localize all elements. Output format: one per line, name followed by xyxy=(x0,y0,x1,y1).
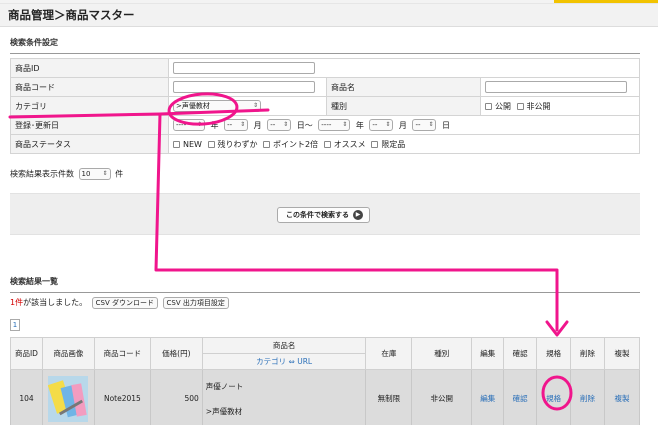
row-edit-link[interactable]: 編集 xyxy=(471,369,505,425)
category-select[interactable]: >声優教材 ⇕ xyxy=(173,100,261,112)
col-edit: 編集 xyxy=(471,337,505,370)
col-confirm: 確認 xyxy=(503,337,538,370)
updown-icon: ⇕ xyxy=(385,121,391,128)
date-year-unit: 年 xyxy=(355,120,364,130)
top-accent xyxy=(554,0,658,3)
hit-summary: 1件が該当しました。 CSV ダウンロード CSV 出力項目設定 xyxy=(10,296,229,309)
col-price: 価格(円) xyxy=(149,337,203,370)
date-from-day-select[interactable]: -- ⇕ xyxy=(267,119,292,131)
row-price: 500 xyxy=(149,369,203,425)
status-recommend-checkbox[interactable] xyxy=(323,140,331,148)
hit-text: が該当しました。 xyxy=(23,298,88,307)
search-form-table: 商品ID 商品コード 商品名 カテゴリ >声優教材 ⇕ 種別 公開 非公開 登録… xyxy=(10,58,640,154)
updown-icon: ⇕ xyxy=(428,121,434,128)
product-name-label: 商品名 xyxy=(326,77,481,97)
date-from-month-select[interactable]: -- ⇕ xyxy=(224,119,249,131)
row-delete-link[interactable]: 削除 xyxy=(570,369,605,425)
date-to-month-select[interactable]: -- ⇕ xyxy=(369,119,394,131)
date-month-unit: 月 xyxy=(253,120,262,130)
date-month-unit: 月 xyxy=(398,120,407,130)
date-label: 登録･更新日 xyxy=(10,115,169,135)
status-double-points-checkbox[interactable] xyxy=(263,140,271,148)
row-id: 104 xyxy=(10,369,43,425)
type-public-checkbox[interactable] xyxy=(485,102,492,110)
annotation-arrowhead xyxy=(545,320,569,337)
type-private-checkbox[interactable] xyxy=(516,102,524,110)
updown-icon: ⇕ xyxy=(102,170,108,177)
row-type: 非公開 xyxy=(411,369,473,425)
product-thumbnail xyxy=(48,375,89,422)
search-button-label: この条件で検索する xyxy=(286,211,349,219)
updown-icon: ⇕ xyxy=(196,121,202,128)
csv-settings-button[interactable]: CSV 出力項目設定 xyxy=(162,297,229,309)
product-id-label: 商品ID xyxy=(10,58,169,78)
col-copy: 複製 xyxy=(603,337,641,370)
col-type: 種別 xyxy=(411,337,473,370)
row-name: 声優ノート xyxy=(205,381,244,391)
pagination-page-1[interactable]: 1 xyxy=(10,319,20,331)
updown-icon: ⇕ xyxy=(240,121,246,128)
updown-icon: ⇕ xyxy=(283,121,289,128)
count-label: 検索結果表示件数 xyxy=(10,169,74,179)
status-limited-label: 限定品 xyxy=(381,139,406,149)
status-limited-checkbox[interactable] xyxy=(371,140,379,148)
updown-icon: ⇕ xyxy=(252,102,258,109)
count-unit: 件 xyxy=(115,169,124,179)
date-from-year-select[interactable]: ---- ⇕ xyxy=(173,119,205,131)
row-spec-link[interactable]: 規格 xyxy=(536,369,572,425)
status-recommend-label: オススメ xyxy=(333,139,366,149)
status-double-points-label: ポイント2倍 xyxy=(273,139,319,149)
date-to-year-select[interactable]: ---- ⇕ xyxy=(318,119,351,131)
status-new-label: NEW xyxy=(183,139,202,149)
type-label: 種別 xyxy=(326,96,481,116)
category-label: カテゴリ xyxy=(10,96,169,116)
status-few-left-label: 残りわずか xyxy=(217,139,258,149)
status-label: 商品ステータス xyxy=(10,134,169,154)
row-copy-link[interactable]: 複製 xyxy=(603,369,641,425)
product-code-input[interactable] xyxy=(173,81,315,93)
row-code: Note2015 xyxy=(93,369,151,425)
col-name-sub-link[interactable]: カテゴリ ⇔ URL xyxy=(201,353,367,370)
col-stock: 在庫 xyxy=(365,337,413,370)
product-id-input[interactable] xyxy=(173,62,315,74)
date-day-unit: 日 xyxy=(442,120,451,130)
page-title: 商品管理＞商品マスター xyxy=(0,4,658,27)
search-button-area: この条件で検索する ▶ xyxy=(10,193,640,235)
csv-download-button[interactable]: CSV ダウンロード xyxy=(91,297,158,309)
search-section-title: 検索条件設定 xyxy=(10,37,640,54)
hit-count: 1件 xyxy=(10,298,24,307)
row-confirm-link[interactable]: 確認 xyxy=(503,369,538,425)
product-code-label: 商品コード xyxy=(10,77,169,97)
results-table: 商品ID 商品画像 商品コード 価格(円) 商品名 在庫 種別 編集 確認 規格… xyxy=(10,337,641,425)
col-id: 商品ID xyxy=(10,337,43,370)
status-new-checkbox[interactable] xyxy=(173,140,180,148)
status-few-left-checkbox[interactable] xyxy=(207,140,215,148)
search-button[interactable]: この条件で検索する ▶ xyxy=(277,207,370,223)
count-select[interactable]: 10 ⇕ xyxy=(78,168,111,180)
row-stock: 無制限 xyxy=(365,369,413,425)
table-row: 104 Note2015 500 声優ノート >声優教材 無制限 非公開 編集 … xyxy=(10,369,641,425)
col-delete: 削除 xyxy=(570,337,605,370)
date-year-unit: 年 xyxy=(210,120,219,130)
product-name-input[interactable] xyxy=(485,81,627,93)
category-select-value: >声優教材 xyxy=(176,102,210,110)
row-category: >声優教材 xyxy=(205,406,243,416)
row-name-cell: 声優ノート >声優教材 xyxy=(201,369,367,425)
col-name: 商品名 xyxy=(201,337,367,354)
date-to-day-select[interactable]: -- ⇕ xyxy=(412,119,437,131)
arrow-right-icon: ▶ xyxy=(353,210,363,220)
col-spec: 規格 xyxy=(536,337,572,370)
updown-icon: ⇕ xyxy=(342,121,348,128)
result-count-setting: 検索結果表示件数 10 ⇕ 件 xyxy=(10,168,123,181)
col-code: 商品コード xyxy=(93,337,151,370)
col-image: 商品画像 xyxy=(41,337,95,370)
type-private-label: 非公開 xyxy=(526,101,551,111)
results-section-title: 検索結果一覧 xyxy=(10,276,640,293)
date-day-range-unit: 日〜 xyxy=(296,120,313,130)
type-public-label: 公開 xyxy=(495,101,511,111)
row-image-cell xyxy=(41,369,95,425)
